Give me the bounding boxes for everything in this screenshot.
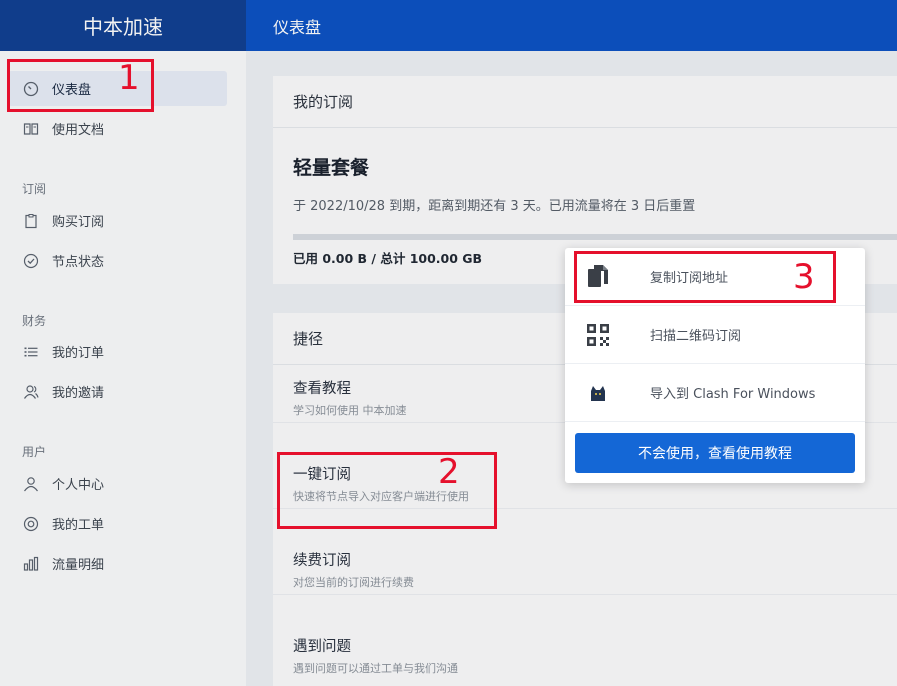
view-tutorial-button[interactable]: 不会使用，查看使用教程: [575, 433, 855, 473]
annotation-box-2: [277, 452, 497, 529]
annotation-number-1: 1: [118, 58, 140, 98]
annotation-number-2: 2: [438, 452, 460, 492]
annotation-number-3: 3: [793, 257, 815, 297]
clash-cat-icon: [582, 383, 614, 403]
popup-item-label: 导入到 Clash For Windows: [650, 387, 816, 402]
import-clash-option[interactable]: 导入到 Clash For Windows: [565, 364, 865, 422]
popup-item-label: 扫描二维码订阅: [650, 329, 742, 344]
qr-code-icon: [582, 323, 614, 346]
scan-qr-option[interactable]: 扫描二维码订阅: [565, 306, 865, 364]
